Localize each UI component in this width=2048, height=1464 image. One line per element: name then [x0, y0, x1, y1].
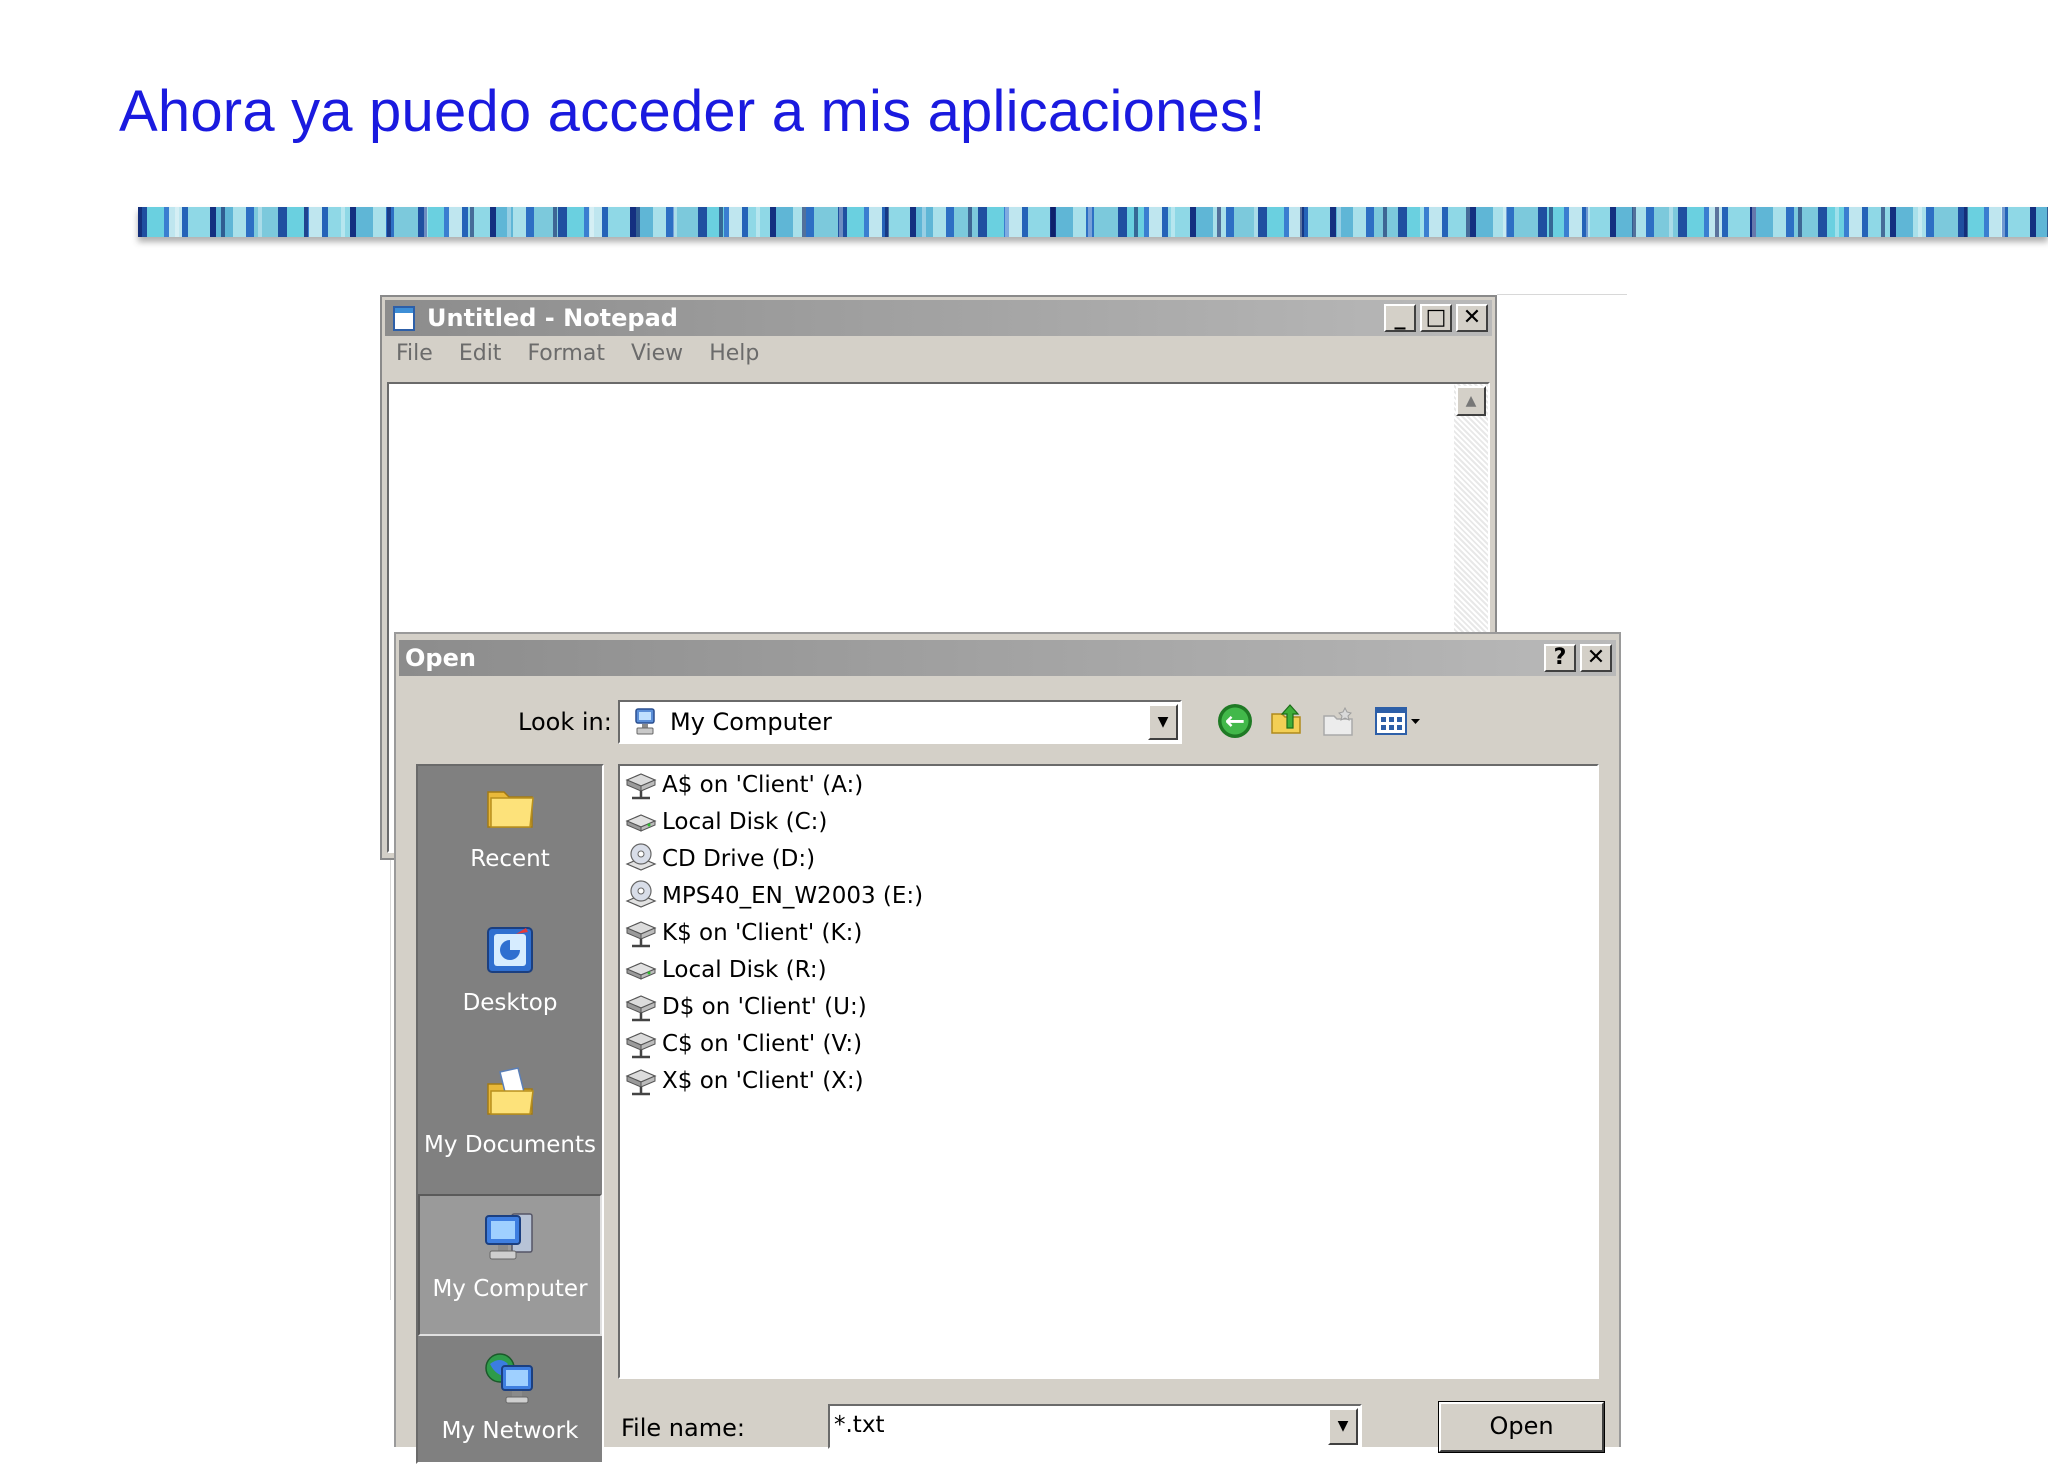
my-documents-icon [487, 1067, 534, 1115]
views-menu-icon[interactable] [1374, 704, 1422, 738]
list-item[interactable]: Local Disk (C:) [624, 803, 827, 840]
place-label: Desktop [462, 990, 558, 1016]
menu-format[interactable]: Format [527, 341, 605, 366]
help-button[interactable]: ? [1544, 644, 1576, 672]
look-in-value: My Computer [670, 708, 832, 736]
divider-line [1497, 294, 1627, 295]
network-drive-icon [625, 1031, 657, 1058]
place-label: My Documents [424, 1132, 596, 1158]
notepad-menubar: File Edit Format View Help [396, 341, 759, 366]
menu-edit[interactable]: Edit [459, 341, 502, 366]
file-label: X$ on 'Client' (X:) [662, 1067, 864, 1094]
place-label: My Network [441, 1418, 579, 1444]
network-drive-icon [625, 1068, 657, 1095]
local-disk-icon [625, 813, 657, 832]
file-label: D$ on 'Client' (U:) [662, 993, 867, 1020]
place-desktop[interactable]: Desktop [418, 922, 602, 1016]
slide-title: Ahora ya puedo acceder a mis aplicacione… [119, 79, 1266, 144]
network-drive-icon [625, 994, 657, 1021]
close-button[interactable]: ✕ [1456, 304, 1488, 332]
file-list[interactable]: A$ on 'Client' (A:) Local Disk (C:) CD D… [618, 764, 1599, 1379]
notepad-icon [393, 306, 415, 331]
file-name-value: *.txt [834, 1412, 885, 1438]
file-name-input[interactable]: *.txt ▼ [828, 1404, 1362, 1449]
chevron-down-icon[interactable]: ▼ [1148, 704, 1178, 740]
minimize-button[interactable]: _ [1384, 304, 1416, 332]
open-dialog: Open ? ✕ Look in: My Computer ▼ ← Recent… [394, 632, 1621, 1464]
file-label: K$ on 'Client' (K:) [662, 919, 863, 946]
look-in-dropdown[interactable]: My Computer ▼ [618, 700, 1182, 744]
scroll-up-arrow-icon[interactable]: ▲ [1456, 386, 1486, 416]
notepad-titlebar[interactable]: Untitled - Notepad _ □ ✕ [385, 300, 1492, 336]
list-item[interactable]: CD Drive (D:) [624, 840, 815, 877]
list-item[interactable]: X$ on 'Client' (X:) [624, 1062, 864, 1099]
my-computer-icon [485, 1213, 533, 1260]
place-recent[interactable]: Recent [418, 778, 602, 872]
desktop-icon [487, 927, 533, 973]
place-label: Recent [470, 846, 550, 872]
open-button[interactable]: Open [1438, 1401, 1605, 1453]
list-item[interactable]: A$ on 'Client' (A:) [624, 766, 863, 803]
my-network-icon [485, 1353, 533, 1404]
list-item[interactable]: K$ on 'Client' (K:) [624, 914, 862, 951]
menu-file[interactable]: File [396, 341, 433, 366]
maximize-button[interactable]: □ [1420, 304, 1452, 332]
open-dialog-titlebar[interactable]: Open ? ✕ [399, 640, 1616, 676]
list-item[interactable]: MPS40_EN_W2003 (E:) [624, 877, 923, 914]
divider-line [390, 860, 391, 1300]
file-label: Local Disk (R:) [662, 956, 827, 983]
file-label: A$ on 'Client' (A:) [662, 771, 864, 798]
file-label: C$ on 'Client' (V:) [662, 1030, 863, 1057]
notepad-title: Untitled - Notepad [427, 304, 678, 332]
open-dialog-title: Open [405, 644, 476, 672]
network-drive-icon [625, 772, 657, 799]
chevron-down-icon[interactable]: ▼ [1328, 1408, 1358, 1445]
place-my-documents[interactable]: My Documents [418, 1064, 602, 1158]
cd-drive-icon [625, 879, 657, 908]
decorative-band [138, 207, 2048, 237]
list-item[interactable]: Local Disk (R:) [624, 951, 827, 988]
close-button[interactable]: ✕ [1580, 644, 1612, 672]
recent-folder-icon [487, 791, 534, 828]
places-bar: Recent Desktop My Documents My Computer … [416, 764, 604, 1464]
cd-drive-icon [625, 842, 657, 871]
back-icon[interactable]: ← [1218, 704, 1252, 738]
place-my-network[interactable]: My Network [418, 1350, 602, 1444]
list-item[interactable]: D$ on 'Client' (U:) [624, 988, 867, 1025]
menu-help[interactable]: Help [709, 341, 759, 366]
file-label: MPS40_EN_W2003 (E:) [662, 882, 924, 909]
network-drive-icon [625, 920, 657, 947]
look-in-label: Look in: [518, 708, 612, 736]
local-disk-icon [625, 961, 657, 980]
place-my-computer[interactable]: My Computer [418, 1194, 602, 1336]
new-folder-icon[interactable] [1321, 704, 1355, 738]
file-label: Local Disk (C:) [662, 808, 828, 835]
file-name-label: File name: [621, 1414, 745, 1442]
file-label: CD Drive (D:) [662, 845, 816, 872]
my-computer-icon [635, 708, 655, 735]
up-folder-icon[interactable] [1269, 702, 1303, 736]
list-item[interactable]: C$ on 'Client' (V:) [624, 1025, 862, 1062]
menu-view[interactable]: View [631, 341, 683, 366]
place-label: My Computer [432, 1276, 588, 1302]
